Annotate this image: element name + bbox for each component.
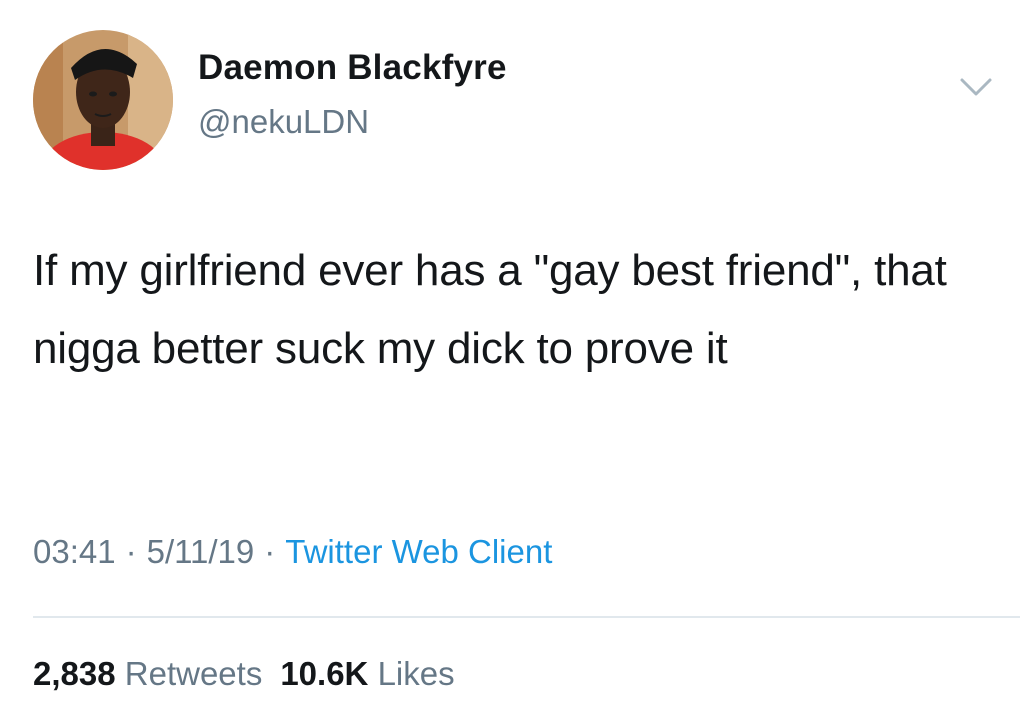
meta-separator: · [125, 533, 137, 570]
chevron-down-icon[interactable] [958, 76, 994, 100]
tweet-time: 03:41 [33, 533, 116, 570]
likes-count: 10.6K [280, 655, 369, 692]
author-display-name[interactable]: Daemon Blackfyre [198, 48, 507, 88]
retweets-label: Retweets [124, 655, 263, 692]
meta-separator: · [264, 533, 276, 570]
avatar-image [33, 30, 173, 170]
divider [33, 616, 1020, 618]
likes-label: Likes [377, 655, 455, 692]
retweets-count: 2,838 [33, 655, 116, 692]
author-handle[interactable]: @nekuLDN [198, 103, 369, 141]
likes-stat[interactable]: 10.6K Likes [280, 655, 454, 692]
tweet-client-link[interactable]: Twitter Web Client [285, 533, 552, 570]
tweet-text: If my girlfriend ever has a "gay best fr… [33, 246, 947, 373]
avatar[interactable] [33, 30, 173, 170]
tweet-stats: 2,838 Retweets 10.6K Likes [33, 655, 455, 693]
tweet-meta: 03:41 · 5/11/19 · Twitter Web Client [33, 533, 552, 571]
retweets-stat[interactable]: 2,838 Retweets [33, 655, 262, 692]
tweet-card: Daemon Blackfyre @nekuLDN If my girlfrie… [0, 0, 1020, 720]
tweet-date[interactable]: 5/11/19 [147, 533, 255, 570]
